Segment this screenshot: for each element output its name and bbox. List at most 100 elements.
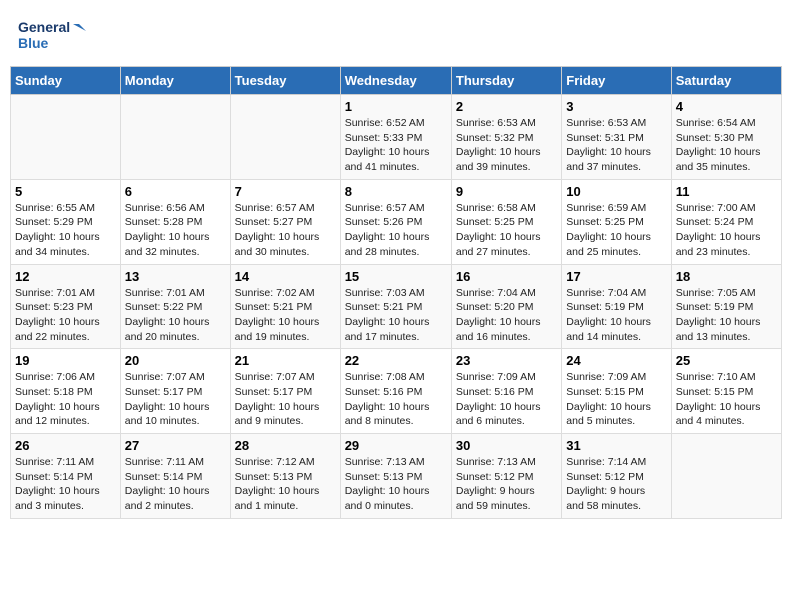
calendar-cell: 21 Sunrise: 7:07 AMSunset: 5:17 PMDayligh…	[230, 349, 340, 434]
day-info: Sunrise: 7:03 AMSunset: 5:21 PMDaylight:…	[345, 286, 447, 345]
day-number: 26	[15, 438, 116, 453]
col-header-friday: Friday	[562, 67, 671, 95]
day-info: Sunrise: 7:09 AMSunset: 5:15 PMDaylight:…	[566, 370, 666, 429]
calendar-cell: 28Sunrise: 7:12 AMSunset: 5:13 PMDayligh…	[230, 434, 340, 519]
day-info: Sunrise: 7:02 AMSunset: 5:21 PMDaylight:…	[235, 286, 336, 345]
day-number: 21	[235, 353, 336, 368]
day-number: 24	[566, 353, 666, 368]
calendar-cell: 26 Sunrise: 7:11 AMSunset: 5:14 PMDayligh…	[11, 434, 121, 519]
day-info: Sunrise: 6:57 AMSunset: 5:27 PMDaylight:…	[235, 201, 336, 260]
calendar-cell: 25 Sunrise: 7:10 AMSunset: 5:15 PMDayligh…	[671, 349, 781, 434]
day-number: 17	[566, 269, 666, 284]
calendar-cell: 14 Sunrise: 7:02 AMSunset: 5:21 PMDayligh…	[230, 264, 340, 349]
day-info: Sunrise: 7:09 AMSunset: 5:16 PMDaylight:…	[456, 370, 557, 429]
day-number: 3	[566, 99, 666, 114]
day-number: 13	[125, 269, 226, 284]
col-header-wednesday: Wednesday	[340, 67, 451, 95]
day-info: Sunrise: 7:00 AMSunset: 5:24 PMDaylight:…	[676, 201, 777, 260]
week-row-4: 19Sunrise: 7:06 AMSunset: 5:18 PMDayligh…	[11, 349, 782, 434]
calendar-cell	[120, 95, 230, 180]
day-info: Sunrise: 6:58 AMSunset: 5:25 PMDaylight:…	[456, 201, 557, 260]
calendar-cell: 15Sunrise: 7:03 AMSunset: 5:21 PMDayligh…	[340, 264, 451, 349]
calendar-cell: 23 Sunrise: 7:09 AMSunset: 5:16 PMDayligh…	[451, 349, 561, 434]
calendar-cell: 22 Sunrise: 7:08 AMSunset: 5:16 PMDayligh…	[340, 349, 451, 434]
day-number: 4	[676, 99, 777, 114]
calendar-cell: 6Sunrise: 6:56 AMSunset: 5:28 PMDaylight…	[120, 179, 230, 264]
day-info: Sunrise: 7:07 AMSunset: 5:17 PMDaylight:…	[125, 370, 226, 429]
day-info: Sunrise: 7:12 AMSunset: 5:13 PMDaylight:…	[235, 455, 336, 514]
calendar-cell: 12 Sunrise: 7:01 AMSunset: 5:23 PMDayligh…	[11, 264, 121, 349]
day-number: 16	[456, 269, 557, 284]
col-header-sunday: Sunday	[11, 67, 121, 95]
day-info: Sunrise: 7:08 AMSunset: 5:16 PMDaylight:…	[345, 370, 447, 429]
day-info: Sunrise: 7:01 AMSunset: 5:22 PMDaylight:…	[125, 286, 226, 345]
day-info: Sunrise: 7:14 AMSunset: 5:12 PMDaylight:…	[566, 455, 666, 514]
calendar-cell: 27Sunrise: 7:11 AMSunset: 5:14 PMDayligh…	[120, 434, 230, 519]
calendar-cell: 7Sunrise: 6:57 AMSunset: 5:27 PMDaylight…	[230, 179, 340, 264]
day-info: Sunrise: 6:55 AMSunset: 5:29 PMDaylight:…	[15, 201, 116, 260]
day-info: Sunrise: 7:01 AMSunset: 5:23 PMDaylight:…	[15, 286, 116, 345]
page-header: General Blue	[10, 10, 782, 58]
day-info: Sunrise: 6:54 AMSunset: 5:30 PMDaylight:…	[676, 116, 777, 175]
calendar-cell: 4 Sunrise: 6:54 AMSunset: 5:30 PMDaylight…	[671, 95, 781, 180]
day-number: 5	[15, 184, 116, 199]
day-info: Sunrise: 6:53 AMSunset: 5:31 PMDaylight:…	[566, 116, 666, 175]
calendar-table: SundayMondayTuesdayWednesdayThursdayFrid…	[10, 66, 782, 519]
calendar-cell: 30 Sunrise: 7:13 AMSunset: 5:12 PMDayligh…	[451, 434, 561, 519]
col-header-saturday: Saturday	[671, 67, 781, 95]
week-row-3: 12 Sunrise: 7:01 AMSunset: 5:23 PMDayligh…	[11, 264, 782, 349]
day-info: Sunrise: 7:13 AMSunset: 5:12 PMDaylight:…	[456, 455, 557, 514]
week-row-2: 5 Sunrise: 6:55 AMSunset: 5:29 PMDaylight…	[11, 179, 782, 264]
day-info: Sunrise: 7:04 AMSunset: 5:20 PMDaylight:…	[456, 286, 557, 345]
calendar-cell: 31 Sunrise: 7:14 AMSunset: 5:12 PMDayligh…	[562, 434, 671, 519]
calendar-cell: 19Sunrise: 7:06 AMSunset: 5:18 PMDayligh…	[11, 349, 121, 434]
calendar-cell: 5 Sunrise: 6:55 AMSunset: 5:29 PMDaylight…	[11, 179, 121, 264]
day-number: 10	[566, 184, 666, 199]
svg-text:Blue: Blue	[18, 35, 49, 51]
calendar-cell: 2Sunrise: 6:53 AMSunset: 5:32 PMDaylight…	[451, 95, 561, 180]
day-number: 20	[125, 353, 226, 368]
day-info: Sunrise: 7:10 AMSunset: 5:15 PMDaylight:…	[676, 370, 777, 429]
day-info: Sunrise: 7:07 AMSunset: 5:17 PMDaylight:…	[235, 370, 336, 429]
calendar-cell	[671, 434, 781, 519]
calendar-cell: 10 Sunrise: 6:59 AMSunset: 5:25 PMDayligh…	[562, 179, 671, 264]
calendar-cell: 18Sunrise: 7:05 AMSunset: 5:19 PMDayligh…	[671, 264, 781, 349]
calendar-cell: 16 Sunrise: 7:04 AMSunset: 5:20 PMDayligh…	[451, 264, 561, 349]
day-info: Sunrise: 7:06 AMSunset: 5:18 PMDaylight:…	[15, 370, 116, 429]
col-header-thursday: Thursday	[451, 67, 561, 95]
day-number: 31	[566, 438, 666, 453]
day-info: Sunrise: 6:56 AMSunset: 5:28 PMDaylight:…	[125, 201, 226, 260]
calendar-cell: 29 Sunrise: 7:13 AMSunset: 5:13 PMDayligh…	[340, 434, 451, 519]
day-number: 8	[345, 184, 447, 199]
day-number: 14	[235, 269, 336, 284]
calendar-cell: 1Sunrise: 6:52 AMSunset: 5:33 PMDaylight…	[340, 95, 451, 180]
day-info: Sunrise: 7:11 AMSunset: 5:14 PMDaylight:…	[15, 455, 116, 514]
day-number: 30	[456, 438, 557, 453]
calendar-cell: 8 Sunrise: 6:57 AMSunset: 5:26 PMDaylight…	[340, 179, 451, 264]
header-row: SundayMondayTuesdayWednesdayThursdayFrid…	[11, 67, 782, 95]
day-number: 25	[676, 353, 777, 368]
calendar-cell: 17Sunrise: 7:04 AMSunset: 5:19 PMDayligh…	[562, 264, 671, 349]
week-row-1: 1Sunrise: 6:52 AMSunset: 5:33 PMDaylight…	[11, 95, 782, 180]
calendar-cell	[11, 95, 121, 180]
logo-svg: General Blue	[18, 14, 88, 54]
day-number: 29	[345, 438, 447, 453]
week-row-5: 26 Sunrise: 7:11 AMSunset: 5:14 PMDayligh…	[11, 434, 782, 519]
day-info: Sunrise: 6:57 AMSunset: 5:26 PMDaylight:…	[345, 201, 447, 260]
calendar-cell: 13 Sunrise: 7:01 AMSunset: 5:22 PMDayligh…	[120, 264, 230, 349]
calendar-cell	[230, 95, 340, 180]
calendar-cell: 11Sunrise: 7:00 AMSunset: 5:24 PMDayligh…	[671, 179, 781, 264]
day-number: 2	[456, 99, 557, 114]
col-header-tuesday: Tuesday	[230, 67, 340, 95]
calendar-cell: 9 Sunrise: 6:58 AMSunset: 5:25 PMDaylight…	[451, 179, 561, 264]
day-number: 23	[456, 353, 557, 368]
day-number: 18	[676, 269, 777, 284]
day-number: 27	[125, 438, 226, 453]
day-number: 12	[15, 269, 116, 284]
day-info: Sunrise: 6:59 AMSunset: 5:25 PMDaylight:…	[566, 201, 666, 260]
col-header-monday: Monday	[120, 67, 230, 95]
day-info: Sunrise: 6:52 AMSunset: 5:33 PMDaylight:…	[345, 116, 447, 175]
day-number: 22	[345, 353, 447, 368]
day-number: 9	[456, 184, 557, 199]
day-info: Sunrise: 7:13 AMSunset: 5:13 PMDaylight:…	[345, 455, 447, 514]
